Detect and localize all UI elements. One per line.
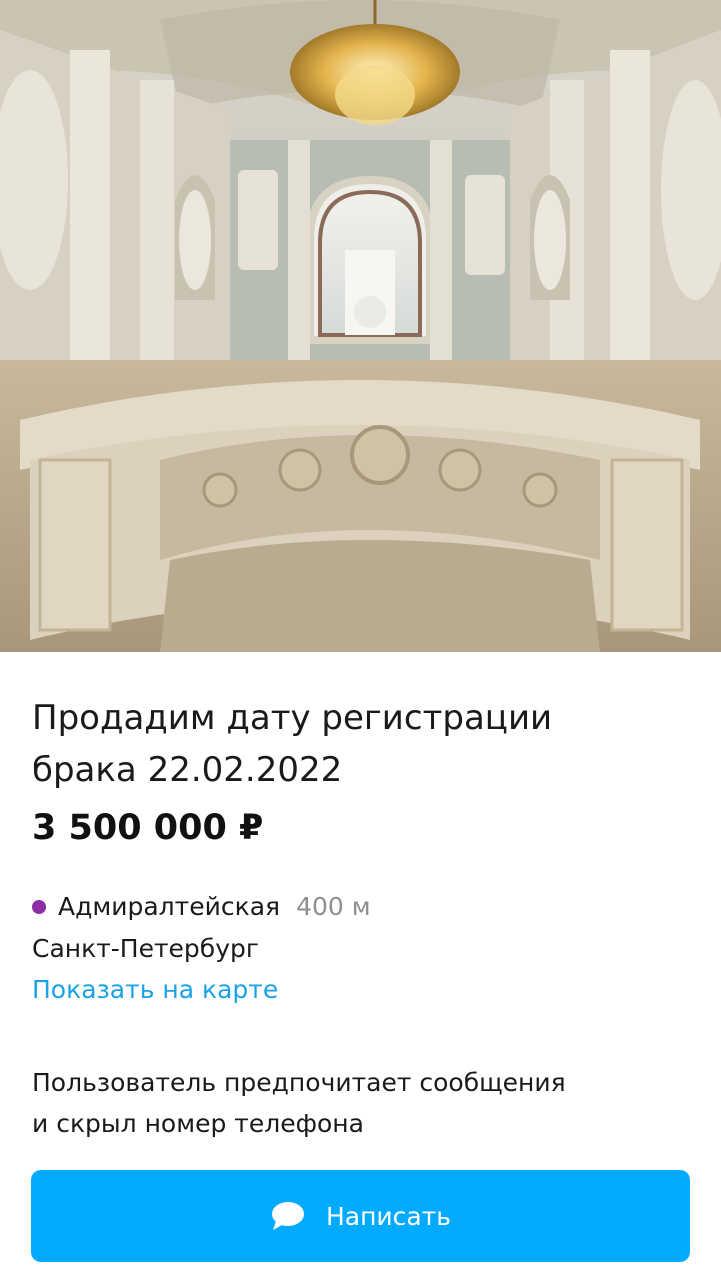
metro-line-dot-icon xyxy=(32,899,46,914)
write-button-label: Написать xyxy=(325,1201,452,1231)
metro-distance: 400 м xyxy=(296,892,371,921)
palace-staircase-image xyxy=(0,0,721,652)
city-name: Санкт-Петербург xyxy=(32,934,260,963)
contact-preference-note: Пользователь предпочитает сообщения и ск… xyxy=(32,1062,672,1144)
listing-title-line2: брака 22.02.2022 xyxy=(32,750,343,790)
metro-info: Адмиралтейская 400 м xyxy=(32,892,371,921)
show-on-map-link[interactable]: Показать на карте xyxy=(32,975,278,1004)
listing-title-line1: Продадим дату регистрации xyxy=(32,698,553,738)
listing-price: 3 500 000 ₽ xyxy=(32,808,264,848)
metro-station: Адмиралтейская xyxy=(58,892,281,921)
note-line1: Пользователь предпочитает сообщения xyxy=(32,1068,566,1097)
write-message-button[interactable]: Написать xyxy=(31,1170,690,1262)
chat-bubble-icon xyxy=(270,1201,306,1231)
listing-title: Продадим дату регистрации брака 22.02.20… xyxy=(32,692,672,796)
note-line2: и скрыл номер телефона xyxy=(32,1109,364,1138)
listing-photo[interactable] xyxy=(0,0,721,652)
